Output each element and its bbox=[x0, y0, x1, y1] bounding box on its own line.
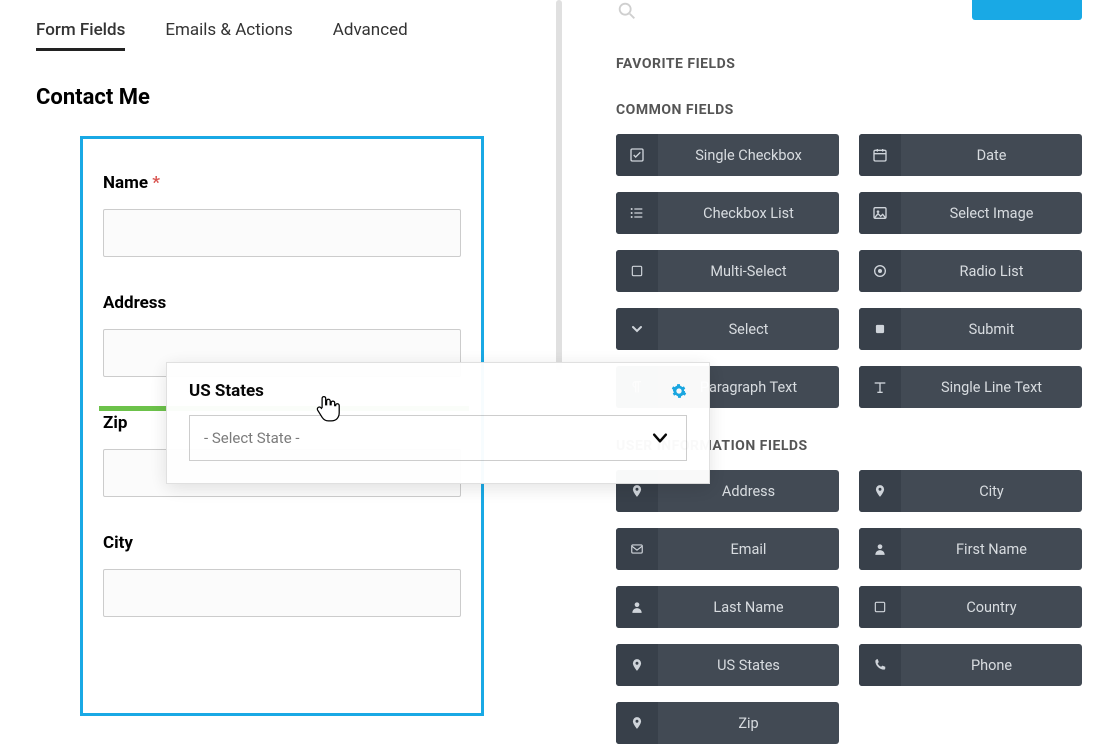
select-placeholder: - Select State - bbox=[204, 429, 300, 447]
favorite-fields-heading: FAVORITE FIELDS bbox=[616, 56, 1082, 72]
tab-advanced[interactable]: Advanced bbox=[333, 20, 408, 51]
field-chip-label: Date bbox=[901, 147, 1082, 164]
field-chip-label: Single Line Text bbox=[901, 379, 1082, 396]
field-chip-label: Multi-Select bbox=[658, 263, 839, 280]
user-icon bbox=[616, 586, 658, 628]
field-chip-label: City bbox=[901, 483, 1082, 500]
state-select[interactable]: - Select State - bbox=[189, 415, 687, 461]
user-field-first-name[interactable]: First Name bbox=[859, 528, 1082, 570]
user-field-phone[interactable]: Phone bbox=[859, 644, 1082, 686]
field-chip-label: Radio List bbox=[901, 263, 1082, 280]
field-name[interactable]: Name * bbox=[103, 173, 461, 257]
user-field-zip[interactable]: Zip bbox=[616, 702, 839, 744]
user-fields-grid: Address City Email First Name Last Name Count… bbox=[616, 470, 1082, 744]
map-marker-icon bbox=[616, 702, 658, 744]
common-field-select[interactable]: Select bbox=[616, 308, 839, 350]
field-chip-label: Select Image bbox=[901, 205, 1082, 222]
gear-icon[interactable] bbox=[671, 383, 687, 399]
field-chip-label: Last Name bbox=[658, 599, 839, 616]
list-icon bbox=[616, 192, 658, 234]
common-field-single-checkbox[interactable]: Single Checkbox bbox=[616, 134, 839, 176]
user-field-us-states[interactable]: US States bbox=[616, 644, 839, 686]
user-field-email[interactable]: Email bbox=[616, 528, 839, 570]
field-chip-label: Zip bbox=[658, 715, 839, 732]
field-chip-label: Phone bbox=[901, 657, 1082, 674]
field-city[interactable]: City bbox=[103, 533, 461, 617]
field-chip-label: Country bbox=[901, 599, 1082, 616]
field-chip-label: First Name bbox=[901, 541, 1082, 558]
map-marker-icon bbox=[859, 470, 901, 512]
common-field-select-image[interactable]: Select Image bbox=[859, 192, 1082, 234]
tab-emails-actions[interactable]: Emails & Actions bbox=[165, 20, 292, 51]
splitter[interactable] bbox=[556, 0, 562, 370]
required-asterisk: * bbox=[152, 173, 160, 193]
field-chip-label: Email bbox=[658, 541, 839, 558]
primary-button[interactable] bbox=[972, 0, 1082, 20]
city-input[interactable] bbox=[103, 569, 461, 617]
user-field-city[interactable]: City bbox=[859, 470, 1082, 512]
chevron-down-icon bbox=[616, 308, 658, 350]
name-input[interactable] bbox=[103, 209, 461, 257]
field-chip-label: Single Checkbox bbox=[658, 147, 839, 164]
dragging-field-title: US States bbox=[189, 381, 264, 401]
map-marker-icon bbox=[616, 644, 658, 686]
common-field-checkbox-list[interactable]: Checkbox List bbox=[616, 192, 839, 234]
common-fields-heading: COMMON FIELDS bbox=[616, 102, 1082, 118]
user-field-last-name[interactable]: Last Name bbox=[616, 586, 839, 628]
page-title: Contact Me bbox=[36, 85, 560, 110]
field-chip-label: Select bbox=[658, 321, 839, 338]
common-field-radio-list[interactable]: Radio List bbox=[859, 250, 1082, 292]
square-icon bbox=[616, 250, 658, 292]
common-field-single-line-text[interactable]: Single Line Text bbox=[859, 366, 1082, 408]
envelope-icon bbox=[616, 528, 658, 570]
square-icon bbox=[859, 586, 901, 628]
text-icon bbox=[859, 366, 901, 408]
dragging-field-card[interactable]: US States - Select State - bbox=[166, 362, 710, 484]
field-label: Address bbox=[103, 293, 461, 313]
dot-circle-icon bbox=[859, 250, 901, 292]
field-chip-label: Checkbox List bbox=[658, 205, 839, 222]
field-chip-label: Submit bbox=[901, 321, 1082, 338]
common-field-multi-select[interactable]: Multi-Select bbox=[616, 250, 839, 292]
field-chip-label: US States bbox=[658, 657, 839, 674]
phone-icon bbox=[859, 644, 901, 686]
search-icon[interactable] bbox=[616, 0, 644, 26]
user-icon bbox=[859, 528, 901, 570]
stop-icon bbox=[859, 308, 901, 350]
calendar-icon bbox=[859, 134, 901, 176]
user-field-country[interactable]: Country bbox=[859, 586, 1082, 628]
field-chip-label: Address bbox=[658, 483, 839, 500]
field-label: Name bbox=[103, 173, 148, 193]
image-icon bbox=[859, 192, 901, 234]
builder-tabs: Form Fields Emails & Actions Advanced bbox=[36, 20, 560, 51]
chevron-down-icon bbox=[650, 428, 670, 448]
common-field-submit[interactable]: Submit bbox=[859, 308, 1082, 350]
tab-form-fields[interactable]: Form Fields bbox=[36, 20, 125, 51]
common-field-date[interactable]: Date bbox=[859, 134, 1082, 176]
field-label: City bbox=[103, 533, 461, 553]
check-square-icon bbox=[616, 134, 658, 176]
